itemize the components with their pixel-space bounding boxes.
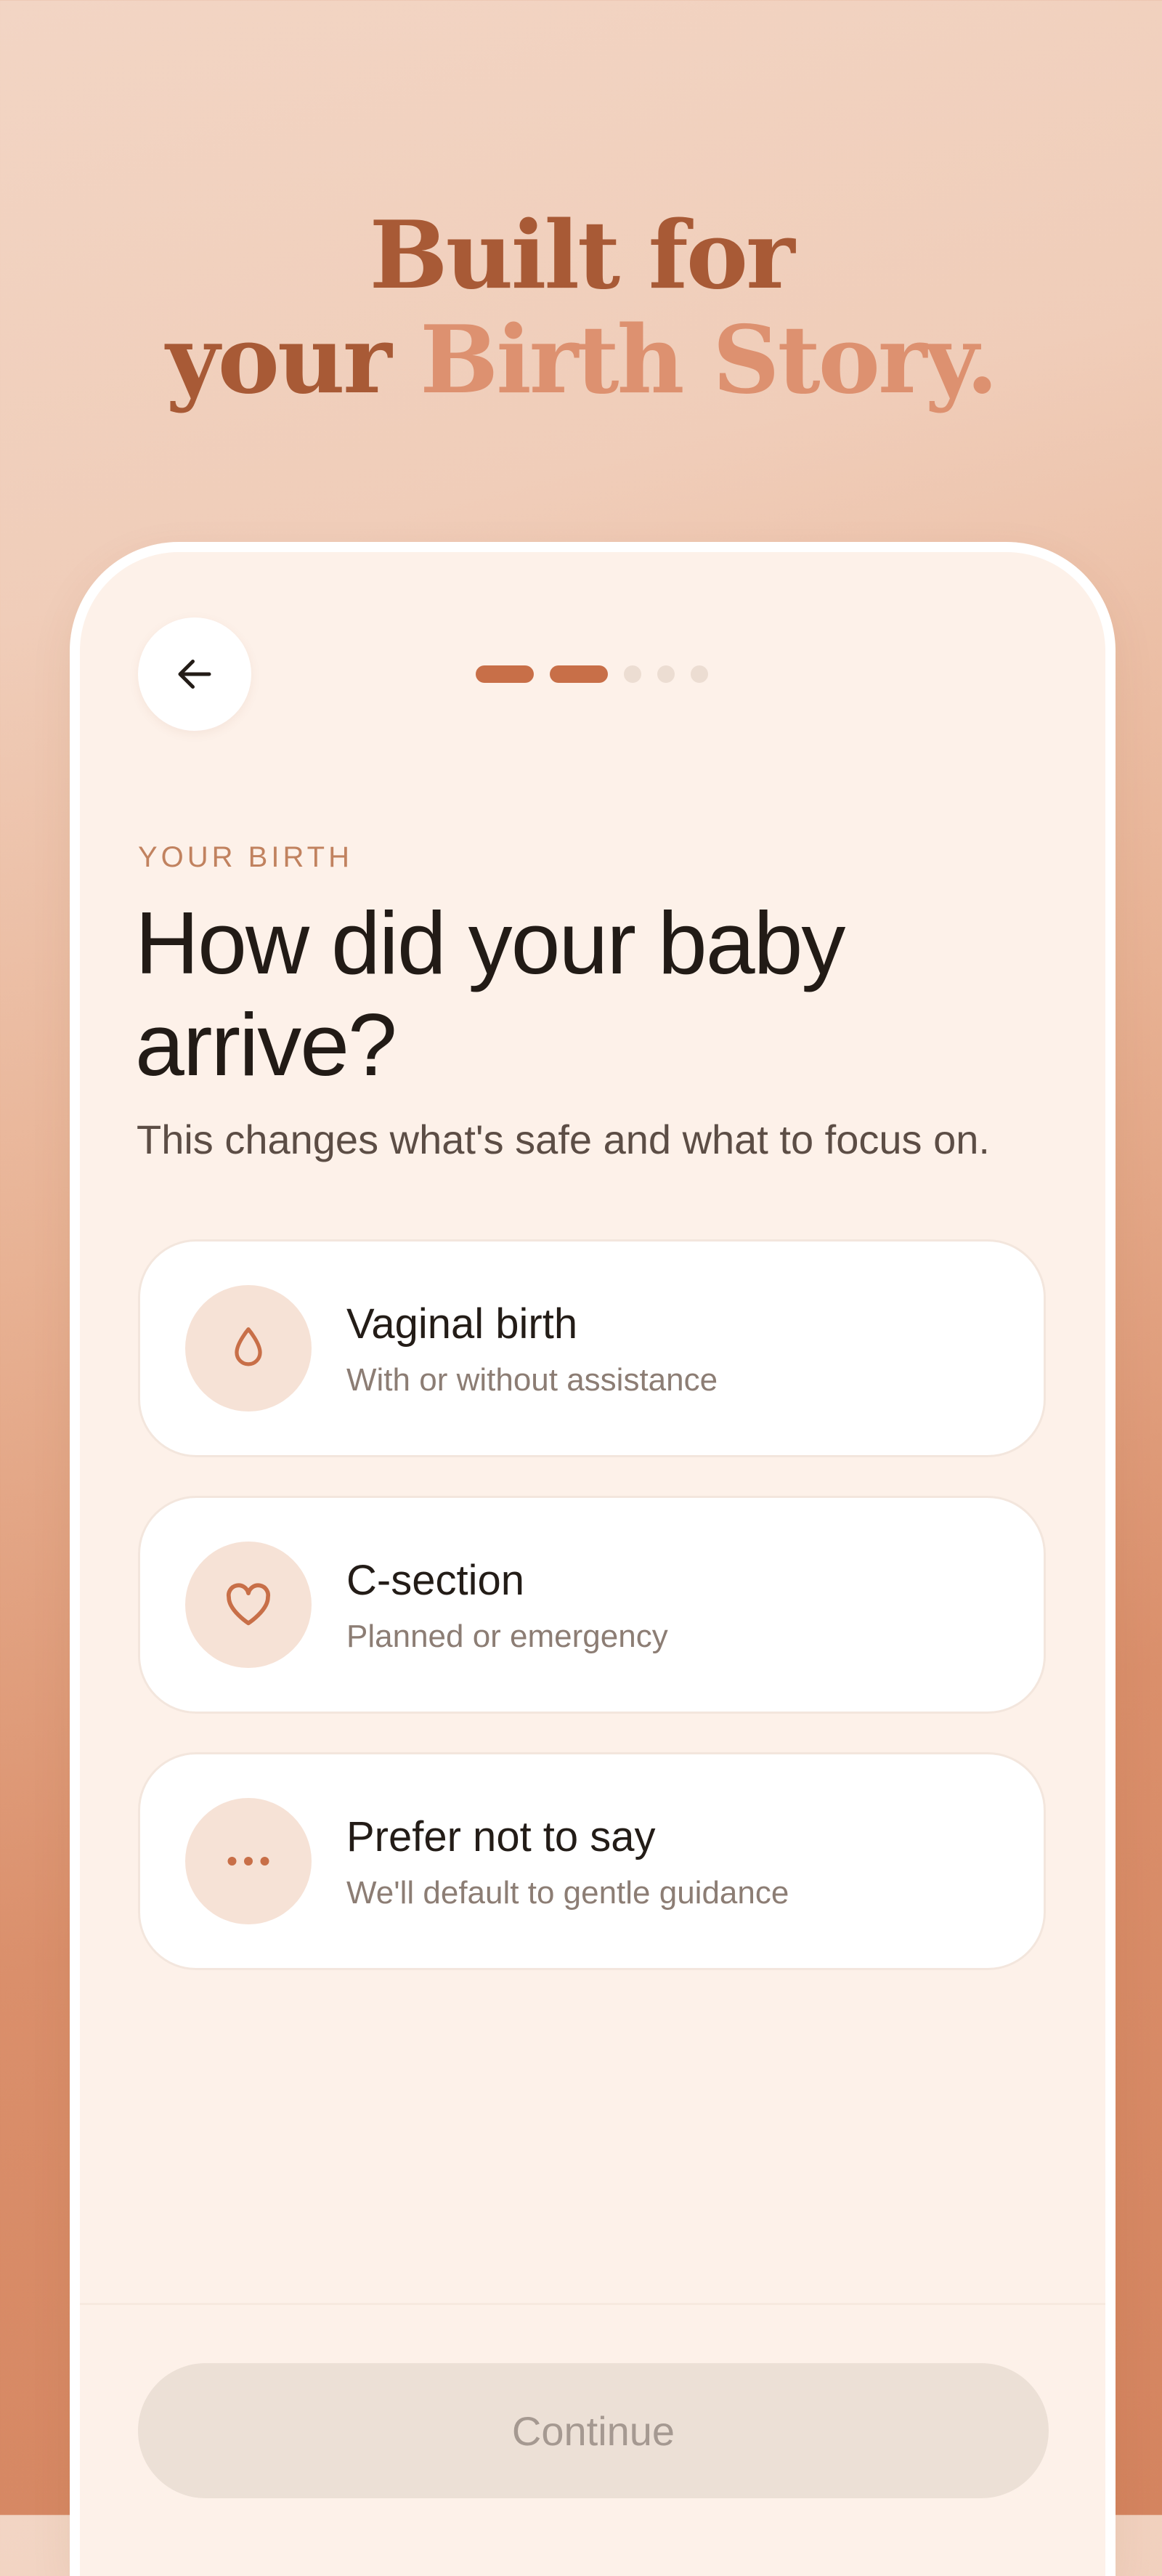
progress-dot <box>476 665 534 683</box>
headline-prefix: your <box>166 306 420 415</box>
option-label: C-section <box>346 1557 524 1604</box>
arrow-left-icon <box>178 660 211 689</box>
option-icon-badge <box>185 1285 312 1411</box>
option-description: Planned or emergency <box>346 1619 668 1654</box>
section-eyebrow: YOUR BIRTH <box>138 841 353 873</box>
page-title: How did your baby arrive? <box>135 894 845 1094</box>
progress-dots <box>476 665 708 683</box>
heart-icon <box>226 1583 271 1626</box>
option-vaginal-birth[interactable]: Vaginal birth With or without assistance <box>138 1239 1046 1457</box>
option-icon-badge <box>185 1798 312 1924</box>
headline-line-1: Built for <box>369 201 795 310</box>
back-button[interactable] <box>138 617 251 731</box>
progress-dot <box>691 665 708 683</box>
option-description: We'll default to gentle guidance <box>346 1875 789 1911</box>
headline-line-2: your Birth Story. <box>0 308 1162 413</box>
progress-dot <box>624 665 641 683</box>
headline-accent: Birth Story. <box>420 306 999 415</box>
option-icon-badge <box>185 1542 312 1668</box>
option-description: With or without assistance <box>346 1362 718 1398</box>
option-prefer-not-to-say[interactable]: Prefer not to say We'll default to gentl… <box>138 1752 1046 1970</box>
progress-dot <box>657 665 675 683</box>
option-label: Vaginal birth <box>346 1300 578 1348</box>
option-c-section[interactable]: C-section Planned or emergency <box>138 1496 1046 1714</box>
continue-button[interactable]: Continue <box>138 2363 1049 2498</box>
option-label: Prefer not to say <box>346 1813 656 1860</box>
droplet-icon <box>235 1327 262 1366</box>
progress-dot <box>550 665 608 683</box>
marketing-headline: Built for your Birth Story. <box>0 203 1162 413</box>
more-dots-icon <box>227 1857 269 1866</box>
footer-divider <box>80 2303 1105 2305</box>
page-subtitle: This changes what's safe and what to foc… <box>137 1117 990 1162</box>
